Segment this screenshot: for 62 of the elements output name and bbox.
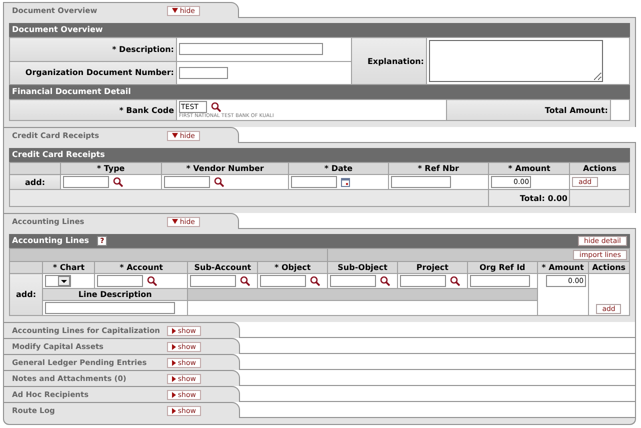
column-header: Sub-Object bbox=[338, 263, 388, 272]
text-field[interactable] bbox=[470, 275, 530, 287]
column-header: * Amount bbox=[508, 164, 550, 173]
search-icon[interactable] bbox=[310, 276, 320, 286]
text-field[interactable] bbox=[400, 275, 446, 287]
add-label: add: bbox=[16, 290, 36, 299]
text-field[interactable] bbox=[190, 275, 236, 287]
text-field[interactable] bbox=[330, 275, 376, 287]
caret-icon bbox=[172, 328, 176, 334]
column-header: Sub-Account bbox=[194, 263, 252, 272]
column-header: Line Description bbox=[78, 290, 152, 299]
text-field[interactable] bbox=[179, 43, 323, 56]
caret-icon bbox=[172, 219, 178, 224]
field-label: * Description: bbox=[112, 44, 174, 54]
search-icon[interactable] bbox=[380, 276, 390, 286]
column-header: * Vendor Number bbox=[186, 164, 264, 173]
field-label: * Bank Code bbox=[119, 106, 174, 114]
search-icon[interactable] bbox=[147, 276, 158, 286]
text-field[interactable] bbox=[390, 176, 450, 188]
panel-heading: Credit Card Receipts bbox=[9, 148, 630, 162]
column-header: * Account bbox=[120, 263, 163, 272]
chart-dropdown[interactable] bbox=[45, 275, 71, 287]
caret-icon bbox=[172, 133, 178, 138]
text-field[interactable] bbox=[291, 176, 338, 188]
text-field[interactable] bbox=[63, 176, 109, 188]
text-field[interactable] bbox=[179, 66, 228, 79]
panel-heading: Document Overview bbox=[9, 23, 630, 37]
field-label: Organization Document Number: bbox=[25, 68, 174, 78]
column-header: * Type bbox=[96, 164, 125, 173]
caret-icon bbox=[172, 408, 176, 414]
caret-icon bbox=[172, 344, 176, 350]
text-field[interactable] bbox=[260, 275, 306, 287]
column-header: Org Ref Id bbox=[479, 263, 526, 272]
calendar-icon[interactable] bbox=[341, 178, 350, 186]
column-header: * Object bbox=[274, 263, 311, 272]
search-icon[interactable] bbox=[240, 276, 250, 286]
search-icon[interactable] bbox=[214, 177, 224, 187]
caret-icon bbox=[172, 8, 178, 13]
line-description-field[interactable] bbox=[45, 302, 175, 314]
column-header: Actions bbox=[592, 263, 626, 272]
text-field[interactable] bbox=[97, 275, 144, 287]
column-header: * Ref Nbr bbox=[418, 164, 459, 173]
text-field[interactable] bbox=[164, 176, 210, 188]
column-header: Actions bbox=[583, 164, 616, 173]
text-area[interactable] bbox=[429, 40, 603, 82]
panel-title: Accounting Lines bbox=[12, 236, 90, 246]
column-header: Project bbox=[416, 263, 448, 272]
column-header: * Amount bbox=[542, 263, 584, 272]
field-label: Explanation: bbox=[367, 56, 424, 66]
caret-icon bbox=[58, 276, 70, 286]
column-header: * Chart bbox=[52, 263, 85, 272]
search-icon[interactable] bbox=[450, 276, 460, 286]
column-header: * Date bbox=[324, 164, 353, 173]
field-label: Total Amount: bbox=[544, 106, 608, 114]
search-icon[interactable] bbox=[113, 177, 123, 187]
caret-icon bbox=[172, 376, 176, 382]
caret-icon bbox=[172, 392, 176, 398]
panel-heading: Financial Document Detail bbox=[9, 85, 630, 99]
add-label: add: bbox=[24, 178, 46, 186]
search-icon[interactable] bbox=[211, 102, 221, 112]
caret-icon bbox=[172, 360, 176, 366]
total-label: Total: 0.00 bbox=[520, 194, 568, 202]
